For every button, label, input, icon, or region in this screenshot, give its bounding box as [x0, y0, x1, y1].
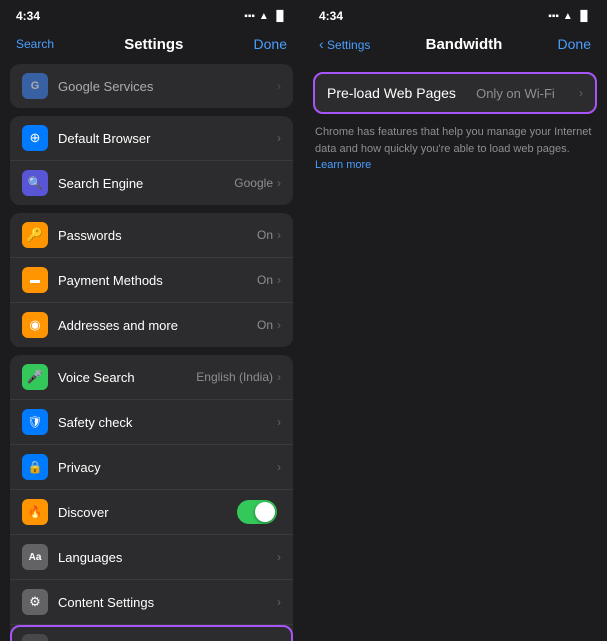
addresses-value: On — [257, 318, 273, 332]
preload-section: Pre-load Web Pages Only on Wi-Fi › — [313, 72, 597, 114]
google-services-group: G Google Services › — [10, 64, 293, 108]
google-services-chevron: › — [277, 79, 281, 93]
discover-label: Discover — [58, 505, 237, 520]
privacy-label: Privacy — [58, 460, 277, 475]
privacy-icon: 🔒 — [22, 454, 48, 480]
voice-search-row[interactable]: 🎤 Voice Search English (India) › — [10, 355, 293, 400]
google-services-icon: G — [22, 73, 48, 99]
discover-row[interactable]: 🔥 Discover — [10, 490, 293, 535]
safety-check-row[interactable]: 🛡 Safety check › — [10, 400, 293, 445]
passwords-icon: 🔑 — [22, 222, 48, 248]
payment-methods-chevron: › — [277, 273, 281, 287]
content-settings-chevron: › — [277, 595, 281, 609]
back-label-right: Settings — [327, 38, 370, 52]
search-back-label[interactable]: Search — [16, 37, 54, 51]
settings-title: Settings — [124, 36, 183, 53]
search-engine-row[interactable]: 🔍 Search Engine Google › — [10, 161, 293, 205]
default-browser-label: Default Browser — [58, 131, 277, 146]
done-button-left[interactable]: Done — [254, 36, 287, 52]
wifi-icon-right: ▲ — [563, 11, 573, 22]
preload-row[interactable]: Pre-load Web Pages Only on Wi-Fi › — [313, 72, 597, 114]
payment-methods-row[interactable]: ▬ Payment Methods On › — [10, 258, 293, 303]
nav-bar-right: ‹ Settings Bandwidth Done — [303, 28, 607, 64]
content-settings-label: Content Settings — [58, 595, 277, 610]
default-browser-icon: ⊕ — [22, 125, 48, 151]
voice-search-icon: 🎤 — [22, 364, 48, 390]
voice-search-chevron: › — [277, 370, 281, 384]
back-chevron: ‹ — [319, 36, 324, 52]
addresses-icon: ◉ — [22, 312, 48, 338]
passwords-row[interactable]: 🔑 Passwords On › — [10, 213, 293, 258]
time-left: 4:34 — [16, 9, 40, 23]
status-bar-left: 4:34 ▪▪▪ ▲ ▐▌ — [0, 0, 303, 28]
preload-label: Pre-load Web Pages — [327, 85, 456, 101]
settings-list: G Google Services › ⊕ Default Browser › … — [0, 64, 303, 641]
back-button-right[interactable]: ‹ Settings — [319, 36, 370, 52]
payment-methods-label: Payment Methods — [58, 273, 257, 288]
passwords-value: On — [257, 228, 273, 242]
discover-icon: 🔥 — [22, 499, 48, 525]
bandwidth-page-title: Bandwidth — [426, 36, 503, 53]
nav-bar-left: Search Settings Done — [0, 28, 303, 64]
default-browser-row[interactable]: ⊕ Default Browser › — [10, 116, 293, 161]
battery-icon-right: ▐▌ — [577, 11, 591, 22]
signal-icon-right: ▪▪▪ — [548, 11, 559, 22]
languages-row[interactable]: Aa Languages › — [10, 535, 293, 580]
safety-check-chevron: › — [277, 415, 281, 429]
credentials-group: 🔑 Passwords On › ▬ Payment Methods On › … — [10, 213, 293, 347]
right-panel: 4:34 ▪▪▪ ▲ ▐▌ ‹ Settings Bandwidth Done … — [303, 0, 607, 641]
left-panel: 4:34 ▪▪▪ ▲ ▐▌ Search Settings Done G Goo… — [0, 0, 303, 641]
default-browser-chevron: › — [277, 131, 281, 145]
bandwidth-content: Pre-load Web Pages Only on Wi-Fi › Chrom… — [303, 64, 607, 641]
bandwidth-row[interactable]: ▲ Bandwidth › — [10, 625, 293, 641]
status-icons-right: ▪▪▪ ▲ ▐▌ — [548, 11, 591, 22]
bandwidth-icon: ▲ — [22, 634, 48, 641]
bandwidth-description-text: Chrome has features that help you manage… — [303, 114, 607, 174]
done-button-right[interactable]: Done — [558, 36, 591, 52]
payment-methods-icon: ▬ — [22, 267, 48, 293]
addresses-chevron: › — [277, 318, 281, 332]
passwords-label: Passwords — [58, 228, 257, 243]
payment-methods-value: On — [257, 273, 273, 287]
preload-value: Only on Wi-Fi — [476, 86, 555, 101]
privacy-chevron: › — [277, 460, 281, 474]
toggle-knob — [255, 502, 275, 522]
passwords-chevron: › — [277, 228, 281, 242]
languages-icon: Aa — [22, 544, 48, 570]
google-services-label: Google Services — [58, 79, 277, 94]
languages-chevron: › — [277, 550, 281, 564]
content-settings-row[interactable]: ⚙ Content Settings › — [10, 580, 293, 625]
wifi-icon: ▲ — [259, 11, 269, 22]
search-engine-icon: 🔍 — [22, 170, 48, 196]
safety-check-label: Safety check — [58, 415, 277, 430]
status-icons-left: ▪▪▪ ▲ ▐▌ — [244, 11, 287, 22]
learn-more-link[interactable]: Learn more — [315, 159, 371, 171]
signal-icon: ▪▪▪ — [244, 11, 255, 22]
privacy-row[interactable]: 🔒 Privacy › — [10, 445, 293, 490]
discover-toggle[interactable] — [237, 500, 277, 524]
voice-search-label: Voice Search — [58, 370, 196, 385]
advanced-group: 🎤 Voice Search English (India) › 🛡 Safet… — [10, 355, 293, 641]
addresses-label: Addresses and more — [58, 318, 257, 333]
safety-check-icon: 🛡 — [22, 409, 48, 435]
search-engine-label: Search Engine — [58, 176, 234, 191]
voice-search-value: English (India) — [196, 370, 273, 384]
languages-label: Languages — [58, 550, 277, 565]
search-engine-chevron: › — [277, 176, 281, 190]
time-right: 4:34 — [319, 9, 343, 23]
preload-chevron: › — [579, 86, 583, 100]
content-settings-icon: ⚙ — [22, 589, 48, 615]
browser-group: ⊕ Default Browser › 🔍 Search Engine Goog… — [10, 116, 293, 205]
google-services-row[interactable]: G Google Services › — [10, 64, 293, 108]
battery-icon: ▐▌ — [273, 11, 287, 22]
status-bar-right: 4:34 ▪▪▪ ▲ ▐▌ — [303, 0, 607, 28]
addresses-row[interactable]: ◉ Addresses and more On › — [10, 303, 293, 347]
search-engine-value: Google — [234, 176, 273, 190]
